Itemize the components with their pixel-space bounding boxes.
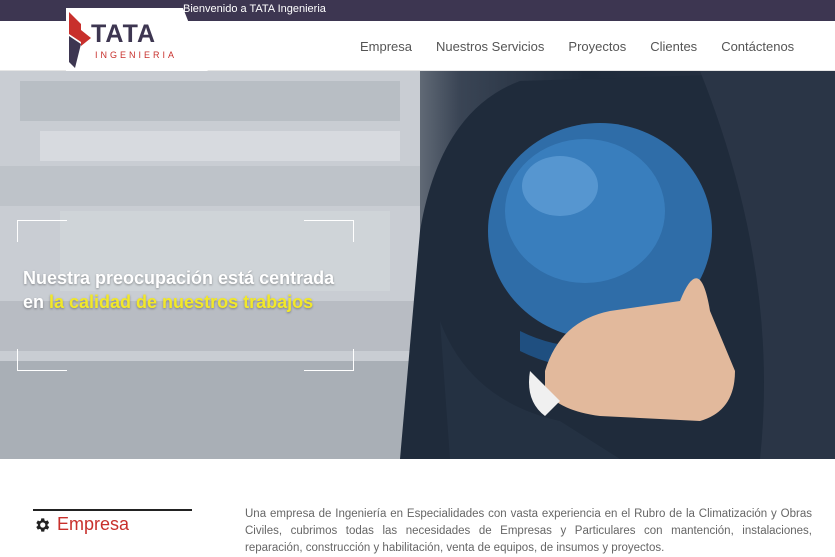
section-header: Empresa [33,514,129,535]
hero-headline: Nuestra preocupación está centrada [23,268,335,288]
hero-photo [0,71,835,459]
section-title: Empresa [57,514,130,534]
frame-corner-bottom-left [17,349,67,371]
frame-corner-top-left [17,220,67,242]
nav-item-empresa[interactable]: Empresa [360,39,412,54]
nav-item-proyectos[interactable]: Proyectos [568,39,626,54]
nav-item-contactenos[interactable]: Contáctenos [721,39,794,54]
nav-item-clientes[interactable]: Clientes [650,39,697,54]
frame-corner-top-right [304,220,354,242]
hero-subheadline-highlight: la calidad de nuestros trabajos [49,292,314,312]
logo-title: TATA [91,20,157,48]
hero-subheadline-prefix: en [23,292,50,312]
section-body: Una empresa de Ingeniería en Especialida… [245,508,812,554]
logo-mark-icon [69,12,91,68]
logo-subtitle: INGENIERIA [95,50,178,60]
nav-item-servicios[interactable]: Nuestros Servicios [436,39,544,54]
gear-icon [36,517,50,532]
frame-corner-bottom-right [304,349,354,371]
hero-subheadline: en la calidad de nuestros trabajos [23,292,313,313]
site-header: TATA INGENIERIA Empresa Nuestros Servici… [0,8,835,92]
hero-banner: Nuestra preocupación está centrada en la… [0,71,835,459]
main-nav: Empresa Nuestros Servicios Proyectos Cli… [348,21,806,71]
empresa-section: Empresa Una empresa de Ingeniería en Esp… [0,459,835,557]
section-divider [33,509,192,511]
